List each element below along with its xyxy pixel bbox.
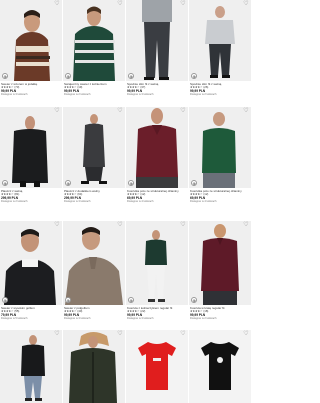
heart-outline-icon[interactable]: ♡ (117, 1, 123, 7)
heart-outline-icon[interactable]: ♡ (243, 1, 249, 7)
heart-outline-icon[interactable]: ♡ (54, 108, 60, 114)
heart-outline-icon[interactable]: ♡ (180, 331, 186, 337)
product-card[interactable]: ♡ (189, 330, 251, 403)
product-info: Koszula z kołnierzykiem regular fit ★★★★… (127, 307, 187, 320)
product-image[interactable]: ♡ (63, 330, 125, 403)
product-colors-note: Dostępne w 4 kolorach (190, 200, 217, 204)
product-info: Koszulka polo ze strukturalnej dzianiny … (127, 190, 187, 203)
product-colors-note: Dostępne w 2 kolorach (1, 200, 28, 204)
product-image[interactable]: ♡ (126, 330, 188, 403)
heart-outline-icon[interactable]: ♡ (180, 1, 186, 7)
shopping-bag-icon[interactable]: ⊕ (128, 297, 134, 303)
product-image[interactable]: ♡ ⊕ (0, 0, 62, 81)
heart-outline-icon[interactable]: ♡ (54, 331, 60, 337)
product-colors-note: Dostępne w 5 kolorach (1, 317, 28, 321)
shopping-bag-icon[interactable]: ⊕ (191, 297, 197, 303)
heart-outline-icon[interactable]: ♡ (180, 222, 186, 228)
product-image[interactable]: ♡ ⊕ (126, 0, 188, 81)
shopping-bag-icon[interactable]: ⊕ (2, 297, 8, 303)
product-colors-note: Dostępne w 3 kolorach (64, 200, 91, 204)
product-card[interactable]: ♡ ⊕ Sweter z wysokim golfem ★★★★☆ (55) 7… (0, 221, 62, 327)
shopping-bag-icon[interactable]: ⊕ (2, 180, 8, 186)
product-info: Płaszcz z wełną ★★★★☆ (81) 299,99 PLN Do… (1, 190, 61, 203)
product-image[interactable]: ♡ ⊕ (126, 107, 188, 188)
product-image[interactable]: ♡ ⊕ (63, 107, 125, 188)
product-colors-note: Dostępne w 2 kolorach (190, 93, 217, 97)
heart-outline-icon[interactable]: ♡ (54, 1, 60, 7)
shopping-bag-icon[interactable]: ⊕ (128, 73, 134, 79)
product-image[interactable]: ♡ ⊕ (0, 221, 62, 305)
product-colors-note: Dostępne w 2 kolorach (64, 93, 91, 97)
product-info: Spodnie slim fit z wełną ★★★★☆ (26) 99,9… (190, 83, 250, 96)
product-info: Spodnie slim fit z wełną ★★★★☆ (37) 99,9… (127, 83, 187, 96)
heart-outline-icon[interactable]: ♡ (243, 222, 249, 228)
heart-outline-icon[interactable]: ♡ (117, 331, 123, 337)
product-card[interactable]: ♡ ⊕ Koszula w kratę regular fit ★★★★☆ (1… (189, 221, 251, 327)
product-grid: ♡ ⊕ Sweter z wzorem w jodełkę ★★★★☆ (73)… (0, 0, 251, 403)
product-colors-note: Dostępne w 3 kolorach (127, 93, 154, 97)
product-image[interactable]: ♡ ⊕ (189, 107, 251, 188)
product-image[interactable]: ♡ ⊕ (189, 221, 251, 305)
product-card[interactable]: ♡ ⊕ Sweter z półgolfem ★★★★☆ (40) 99,99 … (63, 221, 125, 327)
shopping-bag-icon[interactable]: ⊕ (128, 180, 134, 186)
heart-outline-icon[interactable]: ♡ (117, 222, 123, 228)
product-card[interactable]: ♡ ⊕ Koszulka polo ze strukturalnej dzian… (189, 107, 251, 213)
heart-outline-icon[interactable]: ♡ (243, 331, 249, 337)
product-image[interactable]: ♡ ⊕ (126, 221, 188, 305)
product-card[interactable]: ♡ ⊕ Spodnie slim fit z wełną ★★★★☆ (26) … (189, 0, 251, 106)
shopping-bag-icon[interactable]: ⊕ (65, 73, 71, 79)
product-colors-note: Dostępne w 3 kolorach (64, 317, 91, 321)
product-card[interactable]: ♡ (63, 330, 125, 403)
product-card[interactable]: ♡ ⊕ Sweter z wzorem w jodełkę ★★★★☆ (73)… (0, 0, 62, 106)
product-image[interactable]: ♡ (0, 330, 62, 403)
product-card[interactable]: ♡ ⊕ Płaszcz z wełną ★★★★☆ (81) 299,99 PL… (0, 107, 62, 213)
shopping-bag-icon[interactable]: ⊕ (65, 180, 71, 186)
heart-outline-icon[interactable]: ♡ (180, 108, 186, 114)
shopping-bag-icon[interactable]: ⊕ (2, 73, 8, 79)
product-card[interactable]: ♡ (0, 330, 62, 403)
product-info: Koszulka polo ze strukturalnej dzianiny … (190, 190, 250, 203)
product-colors-note: Dostępne w 4 kolorach (127, 200, 154, 204)
product-colors-note: Dostępne w 3 kolorach (127, 317, 154, 321)
product-image[interactable]: ♡ ⊕ (63, 221, 125, 305)
product-colors-note: Dostępne w 3 kolorach (1, 93, 28, 97)
product-image[interactable]: ♡ (189, 330, 251, 403)
product-info: Sweter z półgolfem ★★★★☆ (40) 99,99 PLN … (64, 307, 124, 320)
product-image[interactable]: ♡ ⊕ (63, 0, 125, 81)
product-card[interactable]: ♡ ⊕ Świąteczny sweter z kołnierzem ★★★★☆… (63, 0, 125, 106)
product-card[interactable]: ♡ ⊕ Koszulka polo ze strukturalnej dzian… (126, 107, 188, 213)
product-colors-note: Dostępne w 2 kolorach (190, 317, 217, 321)
shopping-bag-icon[interactable]: ⊕ (65, 297, 71, 303)
product-card[interactable]: ♡ ⊕ Płaszcz z dodatkiem wełny ★★★★☆ (64)… (63, 107, 125, 213)
heart-outline-icon[interactable]: ♡ (54, 222, 60, 228)
product-info: Sweter z wzorem w jodełkę ★★★★☆ (73) 99,… (1, 83, 61, 96)
heart-outline-icon[interactable]: ♡ (117, 108, 123, 114)
heart-outline-icon[interactable]: ♡ (243, 108, 249, 114)
shopping-bag-icon[interactable]: ⊕ (191, 180, 197, 186)
product-card[interactable]: ♡ ⊕ Koszula z kołnierzykiem regular fit … (126, 221, 188, 327)
shopping-bag-icon[interactable]: ⊕ (191, 73, 197, 79)
product-info: Koszula w kratę regular fit ★★★★☆ (18) 9… (190, 307, 250, 320)
product-image[interactable]: ♡ ⊕ (0, 107, 62, 188)
product-info: Płaszcz z dodatkiem wełny ★★★★☆ (64) 299… (64, 190, 124, 203)
product-card[interactable]: ♡ (126, 330, 188, 403)
product-info: Sweter z wysokim golfem ★★★★☆ (55) 79,99… (1, 307, 61, 320)
product-card[interactable]: ♡ ⊕ Spodnie slim fit z wełną ★★★★☆ (37) … (126, 0, 188, 106)
product-info: Świąteczny sweter z kołnierzem ★★★★☆ (19… (64, 83, 124, 96)
product-image[interactable]: ♡ ⊕ (189, 0, 251, 81)
